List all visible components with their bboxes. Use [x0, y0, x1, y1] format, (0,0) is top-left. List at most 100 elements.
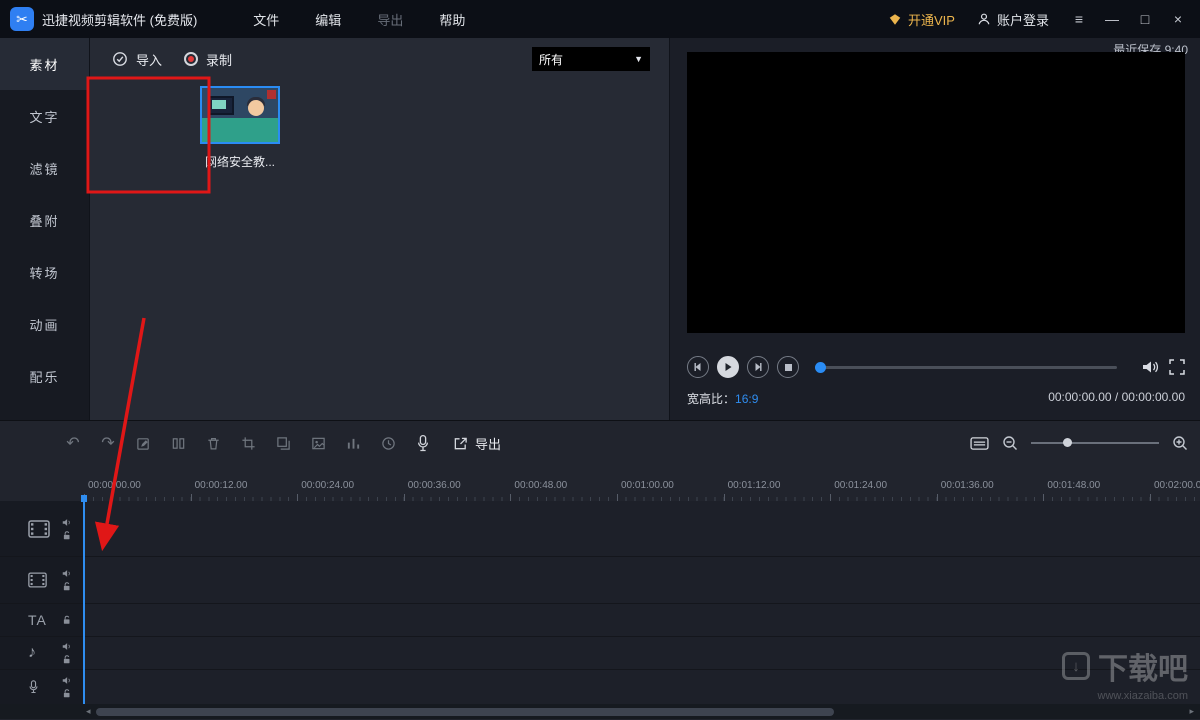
- sidebar-item-filters[interactable]: 滤镜: [0, 142, 89, 194]
- vip-label: 开通VIP: [908, 12, 955, 28]
- stop-button[interactable]: [777, 356, 799, 378]
- volume-icon[interactable]: [1141, 359, 1159, 375]
- seek-slider[interactable]: [815, 361, 1117, 373]
- aspect-ratio[interactable]: 宽高比：16:9: [687, 390, 758, 407]
- sidebar-item-transitions[interactable]: 转场: [0, 246, 89, 298]
- seek-slider-knob[interactable]: [815, 361, 826, 373]
- track-lock-icon[interactable]: [62, 615, 72, 625]
- ruler-tick-mark: [403, 494, 405, 501]
- import-button[interactable]: 导入: [112, 50, 162, 69]
- playback-controls: [687, 354, 1185, 380]
- video-track-2-header[interactable]: [0, 557, 84, 603]
- voice-track-header[interactable]: [0, 670, 84, 704]
- scroll-right-arrow-icon[interactable]: ▸: [1189, 706, 1194, 717]
- timeline-zoom-controls: [970, 421, 1188, 465]
- timeline-playhead[interactable]: [81, 495, 87, 704]
- track-mute-icon[interactable]: [61, 517, 72, 527]
- scroll-left-arrow-icon[interactable]: ◂: [86, 706, 91, 717]
- voice-track-lane[interactable]: [84, 670, 1200, 704]
- track-mute-icon[interactable]: [61, 569, 72, 579]
- ruler-tick-mark: [936, 494, 938, 501]
- media-toolbar: 导入 录制 所有 ▼: [90, 38, 669, 80]
- sidebar-item-overlays[interactable]: 叠附: [0, 194, 89, 246]
- vip-diamond-icon: [888, 13, 902, 26]
- ruler-tick-label: 00:00:12.00: [194, 480, 248, 491]
- zoom-slider-knob[interactable]: [1063, 438, 1072, 447]
- media-item-title: 网络安全教...: [204, 155, 275, 169]
- menu-export: 导出: [377, 12, 404, 28]
- maximize-button[interactable]: □: [1137, 11, 1153, 27]
- media-filter-dropdown[interactable]: 所有 ▼: [532, 47, 650, 71]
- ruler-tick-label: 00:01:48.00: [1047, 480, 1101, 491]
- track-lock-icon[interactable]: [62, 655, 72, 665]
- edit-icon: [134, 433, 152, 453]
- sidebar-item-music[interactable]: 配乐: [0, 350, 89, 402]
- ruler-tick-label: 00:00:36.00: [407, 480, 461, 491]
- video-track-1-header[interactable]: [0, 501, 84, 556]
- voiceover-mic-icon[interactable]: [414, 433, 432, 453]
- close-button[interactable]: ×: [1170, 11, 1186, 27]
- ruler-tick-label: 00:01:24.00: [834, 480, 888, 491]
- scrollbar-thumb[interactable]: [95, 707, 834, 716]
- redo-icon[interactable]: ↷: [99, 433, 117, 453]
- menu-help[interactable]: 帮助: [439, 10, 465, 29]
- sidebar-item-animation[interactable]: 动画: [0, 298, 89, 350]
- undo-icon[interactable]: ↶: [64, 433, 82, 453]
- timeline-section: ↶ ↷ 导出 00:00:00.00 00:00:12.00 00:00:24.…: [0, 420, 1200, 720]
- track-mute-icon[interactable]: [61, 642, 72, 652]
- timeline-export-button[interactable]: 导出: [453, 434, 501, 453]
- video-preview-area[interactable]: [687, 52, 1185, 333]
- timeline-toolbar: ↶ ↷ 导出: [0, 421, 1200, 465]
- record-button[interactable]: 录制: [184, 50, 232, 69]
- sidebar-item-media[interactable]: 素材: [0, 38, 89, 90]
- track-lock-icon[interactable]: [62, 582, 72, 592]
- media-item[interactable]: 网络安全教...: [185, 86, 295, 170]
- media-item-thumbnail[interactable]: [200, 86, 280, 144]
- menu-edit[interactable]: 编辑: [315, 10, 341, 29]
- track-row-video-1: [0, 501, 1200, 557]
- watermark-url: www.xiazaiba.com: [1097, 690, 1188, 702]
- zoom-out-icon[interactable]: [1002, 435, 1018, 451]
- copy-icon: [274, 433, 292, 453]
- vip-button[interactable]: 开通VIP: [888, 10, 955, 29]
- timeline-zoom-slider[interactable]: [1031, 438, 1159, 447]
- text-track-lane[interactable]: [84, 604, 1200, 636]
- play-button[interactable]: [717, 356, 739, 378]
- track-mute-icon[interactable]: [61, 676, 72, 686]
- export-icon: [453, 436, 468, 451]
- text-track-header[interactable]: TA: [0, 604, 84, 636]
- video-track-1-lane[interactable]: [84, 501, 1200, 556]
- sidebar-item-label: 文字: [29, 109, 60, 125]
- titlebar-right: 开通VIP 账户登录 ≡ — □ ×: [888, 10, 1186, 29]
- timeline-ruler[interactable]: 00:00:00.00 00:00:12.00 00:00:24.00 00:00:3…: [0, 465, 1200, 501]
- ruler-tick-mark: [1043, 494, 1045, 501]
- app-logo-icon: ✂: [10, 7, 34, 31]
- timeline-horizontal-scrollbar[interactable]: ◂ ▸: [0, 704, 1200, 719]
- music-track-lane[interactable]: [84, 637, 1200, 669]
- filter-selected-value: 所有: [539, 52, 564, 67]
- next-frame-button[interactable]: [747, 356, 769, 378]
- fullscreen-icon[interactable]: [1169, 359, 1185, 375]
- track-size-icon[interactable]: [970, 436, 989, 451]
- track-lock-icon[interactable]: [62, 689, 72, 699]
- hamburger-menu-icon[interactable]: ≡: [1071, 11, 1087, 27]
- sidebar-item-text[interactable]: 文字: [0, 90, 89, 142]
- sidebar-item-label: 转场: [29, 265, 60, 281]
- timeline-tracks: TA ♪: [0, 501, 1200, 704]
- zoom-in-icon[interactable]: [1172, 435, 1188, 451]
- titlebar: ✂ 迅捷视频剪辑软件 (免费版) 文件 编辑 导出 帮助 开通VIP 账户登录: [0, 0, 1200, 38]
- sidebar-item-label: 动画: [29, 317, 60, 333]
- account-login-button[interactable]: 账户登录: [977, 10, 1049, 29]
- user-icon: [977, 12, 991, 26]
- menu-file[interactable]: 文件: [253, 10, 279, 29]
- ruler-tick-label: 00:01:12.00: [727, 480, 781, 491]
- video-track-2-lane[interactable]: [84, 557, 1200, 603]
- prev-frame-button[interactable]: [687, 356, 709, 378]
- sidebar-item-label: 配乐: [29, 369, 60, 385]
- media-library-panel: 导入 录制 所有 ▼ 网络安全教...: [90, 38, 670, 420]
- ruler-tick-label: 00:00:00.00: [88, 480, 141, 491]
- track-lock-icon[interactable]: [62, 530, 72, 540]
- import-label: 导入: [136, 52, 163, 68]
- minimize-button[interactable]: —: [1104, 11, 1120, 27]
- music-track-header[interactable]: ♪: [0, 637, 84, 669]
